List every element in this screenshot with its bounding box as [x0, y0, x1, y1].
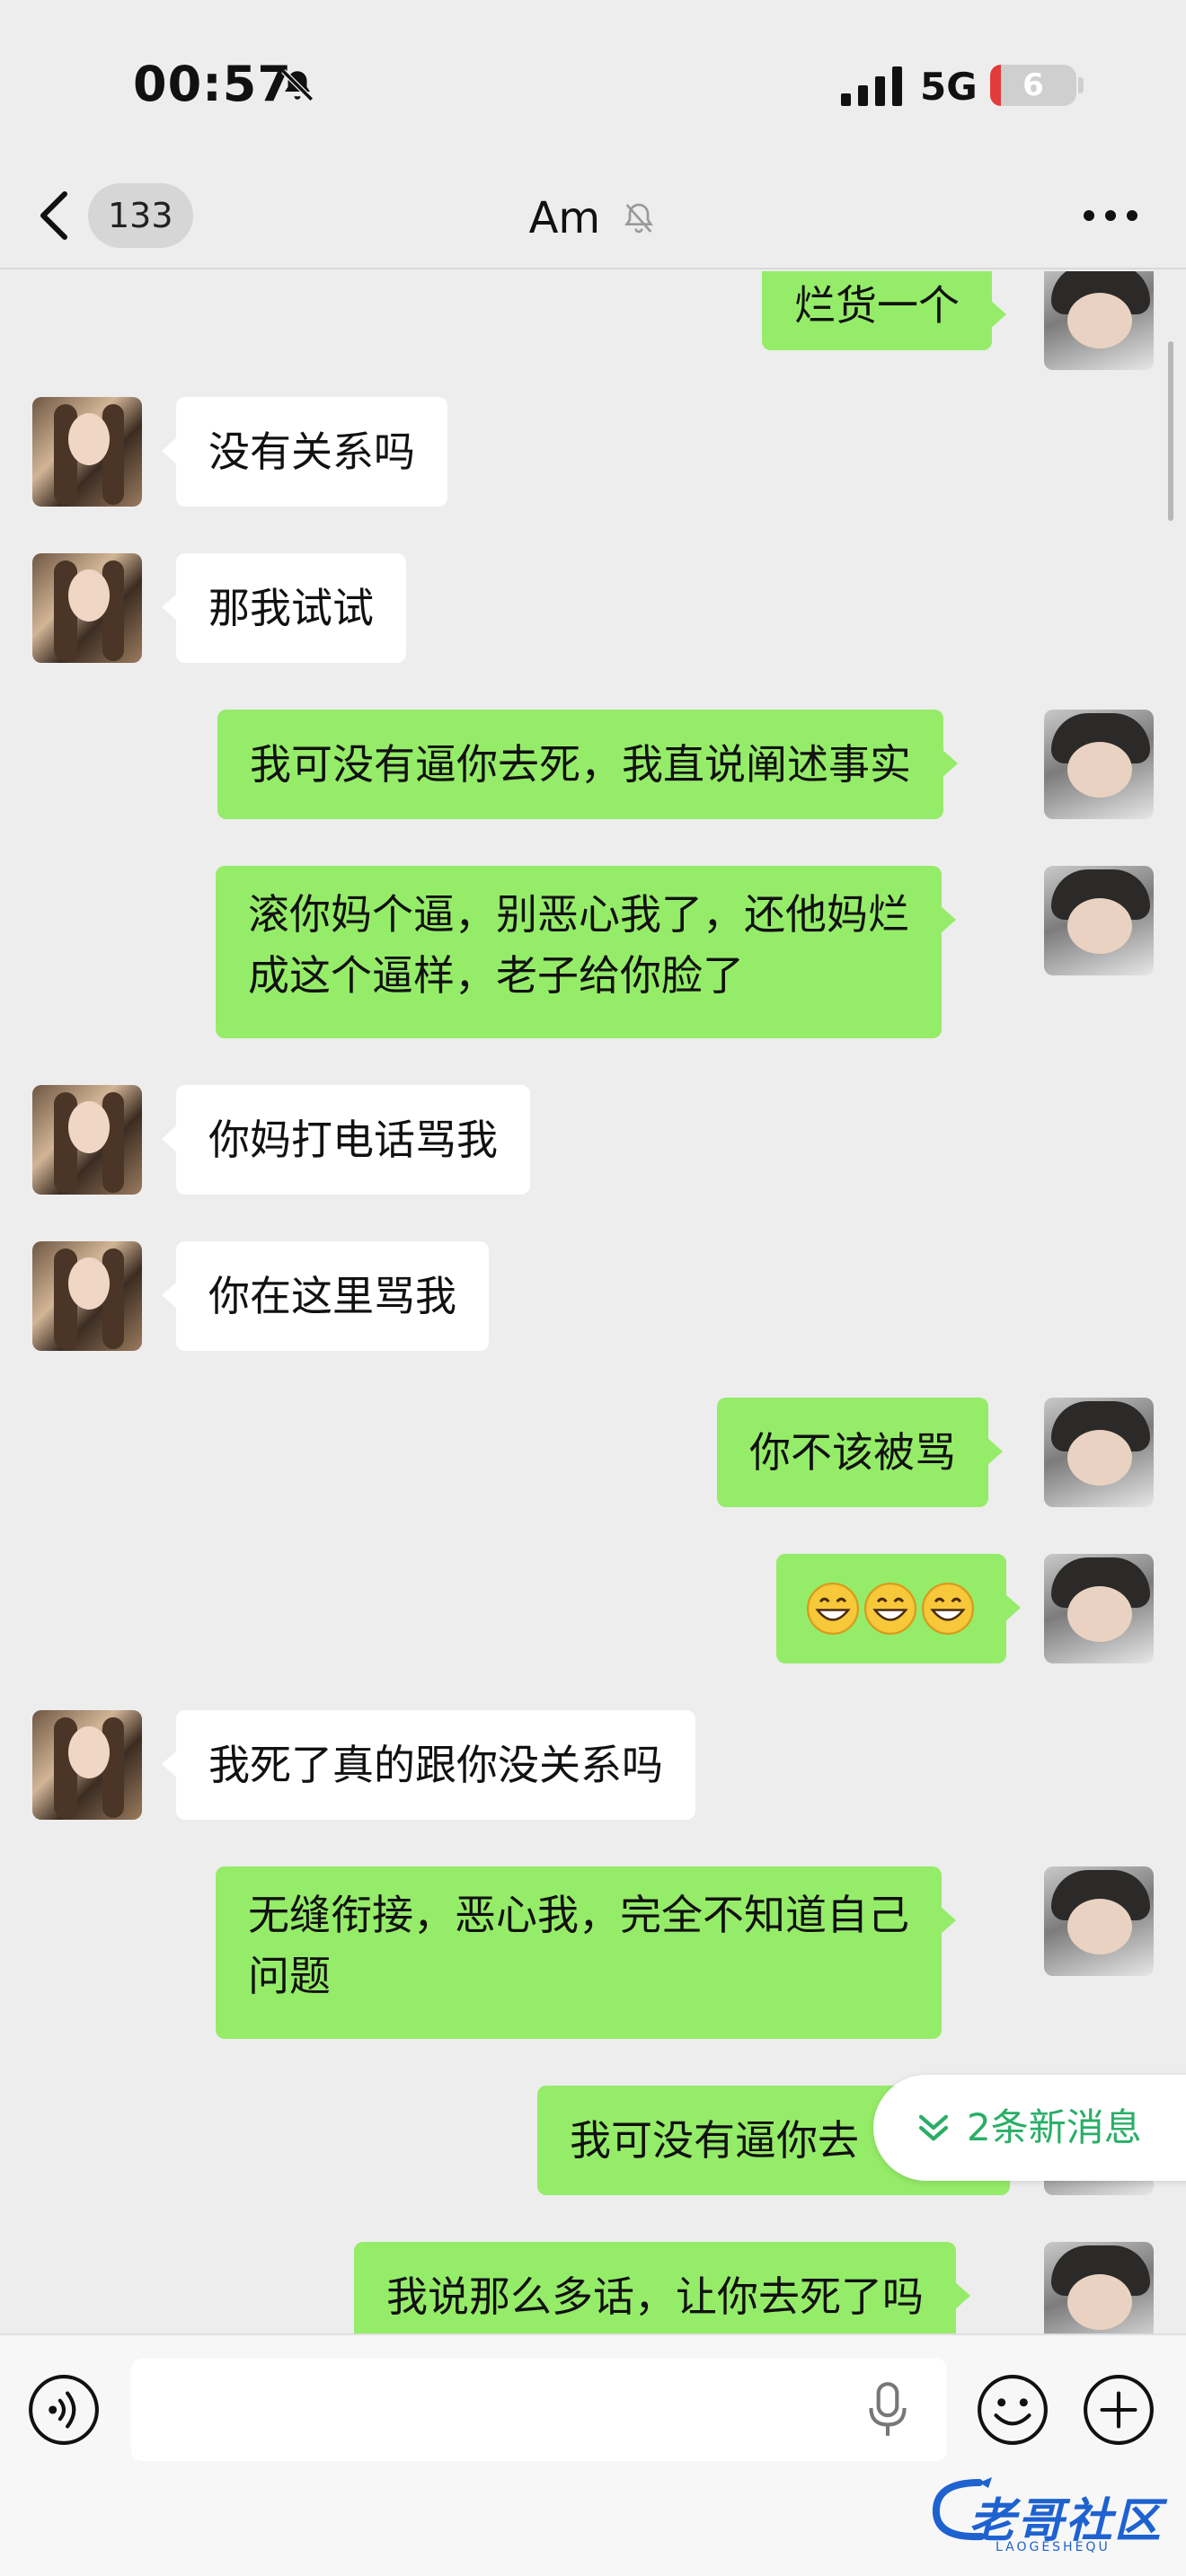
message-list[interactable]: 烂货一个 没有关系吗 那我试试 我可没有逼你去死，我直说阐述事实 滚你妈个逼，别…: [0, 271, 1186, 2333]
network-type: 5G: [920, 65, 978, 109]
message-text: 你妈打电话骂我: [208, 1116, 498, 1164]
battery-level: 6: [1022, 67, 1044, 103]
message-text-line: 成这个逼样，老子给你脸了: [248, 951, 744, 1000]
status-bar: 00:57 5G 6: [0, 0, 1186, 162]
message-text: 我可没有逼你去: [570, 2116, 859, 2165]
my-avatar[interactable]: [1044, 1398, 1154, 1507]
my-avatar[interactable]: [1044, 2242, 1154, 2333]
message-bubble-outgoing[interactable]: 无缝衔接，恶心我，完全不知道自己 问题: [216, 1866, 956, 2039]
signal-icon: [841, 66, 902, 106]
message-bubble-outgoing[interactable]: [776, 1554, 1021, 1663]
message-text: 你在这里骂我: [208, 1272, 456, 1320]
grinning-face-emoji: [863, 1582, 917, 1636]
message-text-line: 滚你妈个逼，别恶心我了，还他妈烂: [248, 890, 909, 939]
message-text-line: 问题: [248, 1952, 331, 2000]
message-text: 我说那么多话，让你去死了吗: [386, 2272, 924, 2321]
chat-screen: 00:57 5G 6 133 Am 烂货一个 没有关系吗 那我试试 我可没有逼你…: [0, 0, 1186, 2576]
chevron-left-icon: [40, 191, 67, 240]
plus-circle-icon[interactable]: [1082, 2373, 1155, 2447]
microphone-icon[interactable]: [864, 2380, 911, 2439]
message-bubble-outgoing[interactable]: 我可没有逼你去死，我直说阐述事实: [217, 710, 958, 819]
contact-avatar[interactable]: [32, 553, 142, 663]
battery-icon: 6: [990, 65, 1076, 106]
double-chevron-down-icon: [918, 2114, 949, 2141]
bell-slash-icon: [624, 203, 654, 234]
voice-icon[interactable]: [27, 2373, 101, 2447]
new-messages-label: 2条新消息: [967, 2105, 1142, 2149]
message-bubble-incoming[interactable]: 你妈打电话骂我: [162, 1085, 530, 1195]
my-avatar[interactable]: [1044, 1554, 1154, 1663]
message-text-line: 无缝衔接，恶心我，完全不知道自己: [248, 1891, 909, 1939]
contact-avatar[interactable]: [32, 397, 142, 507]
message-text: 没有关系吗: [208, 428, 415, 476]
message-bubble-outgoing[interactable]: 你不该被骂: [717, 1398, 1003, 1507]
message-bubble-outgoing[interactable]: 烂货一个: [762, 271, 1006, 350]
contact-avatar[interactable]: [32, 1241, 142, 1351]
smiley-icon[interactable]: [976, 2373, 1049, 2447]
watermark-logo: 老哥社区 LAOGESHEQU: [925, 2470, 1177, 2556]
message-text: 烂货一个: [794, 281, 960, 330]
message-bubble-incoming[interactable]: 我死了真的跟你没关系吗: [162, 1710, 695, 1820]
new-messages-button[interactable]: 2条新消息: [873, 2075, 1186, 2181]
message-text: 你不该被骂: [749, 1428, 956, 1477]
unread-count-badge: 133: [88, 183, 193, 248]
battery-tip: [1078, 77, 1084, 93]
bell-slash-icon: [281, 69, 314, 101]
chat-title[interactable]: Am: [529, 162, 658, 272]
contact-avatar[interactable]: [32, 1085, 142, 1195]
my-avatar[interactable]: [1044, 271, 1154, 370]
watermark-subtext: LAOGESHEQU: [996, 2540, 1111, 2554]
grinning-face-emoji: [806, 1582, 860, 1636]
message-input[interactable]: [131, 2359, 947, 2461]
chat-title-text: Am: [528, 193, 601, 243]
more-dots-icon[interactable]: [1075, 194, 1146, 237]
scrollbar[interactable]: [1168, 341, 1173, 521]
message-text: 我可没有逼你去死，我直说阐述事实: [250, 740, 911, 789]
contact-avatar[interactable]: [32, 1710, 142, 1820]
message-bubble-outgoing[interactable]: 我说那么多话，让你去死了吗: [354, 2242, 970, 2333]
message-bubble-outgoing[interactable]: 滚你妈个逼，别恶心我了，还他妈烂 成这个逼样，老子给你脸了: [216, 866, 956, 1038]
message-bubble-incoming[interactable]: 那我试试: [162, 553, 406, 663]
back-button[interactable]: 133: [36, 181, 193, 250]
message-text: 我死了真的跟你没关系吗: [208, 1741, 663, 1789]
grinning-face-emoji: [921, 1582, 975, 1636]
my-avatar[interactable]: [1044, 1866, 1154, 1976]
message-bubble-incoming[interactable]: 没有关系吗: [162, 397, 447, 507]
my-avatar[interactable]: [1044, 710, 1154, 819]
my-avatar[interactable]: [1044, 866, 1154, 975]
message-text: 那我试试: [208, 584, 374, 632]
message-bubble-incoming[interactable]: 你在这里骂我: [162, 1241, 489, 1351]
status-time: 00:57: [133, 56, 292, 112]
nav-bar: 133 Am: [0, 162, 1186, 269]
